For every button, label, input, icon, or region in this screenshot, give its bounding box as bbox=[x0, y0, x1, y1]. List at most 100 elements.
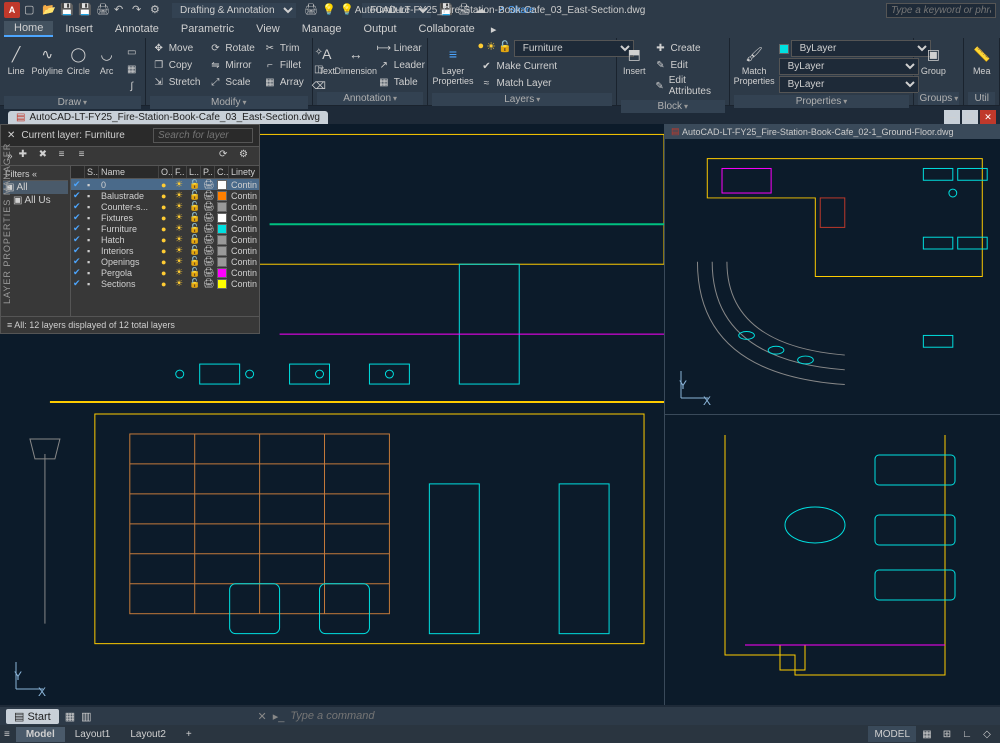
viewport-left[interactable]: YX ✕ Current layer: Furniture » ✚ ✖ ≡ ≡ … bbox=[0, 124, 665, 705]
layout-tile-icon[interactable]: ▥ bbox=[81, 710, 91, 723]
menu-view[interactable]: View bbox=[246, 22, 290, 36]
menu-overflow-icon[interactable]: ▸ bbox=[491, 23, 497, 36]
plot-icon[interactable]: 🖨 bbox=[304, 3, 318, 17]
new-layer-icon[interactable]: ✚ bbox=[19, 149, 33, 163]
settings-icon[interactable]: ⚙ bbox=[239, 149, 253, 163]
window-close-button[interactable]: ✕ bbox=[980, 110, 996, 124]
menu-parametric[interactable]: Parametric bbox=[171, 22, 244, 36]
menu-annotate[interactable]: Annotate bbox=[105, 22, 169, 36]
layout1-tab[interactable]: Layout1 bbox=[65, 727, 121, 742]
viewport-right-bottom[interactable] bbox=[665, 415, 1000, 705]
lock-icon[interactable]: 🔓 bbox=[498, 40, 512, 57]
fillet-button[interactable]: ⌐Fillet bbox=[261, 57, 306, 73]
copy-button[interactable]: ❐Copy bbox=[150, 57, 203, 73]
layer-state-icon[interactable]: ≡ bbox=[59, 149, 73, 163]
panel-groups-title[interactable]: Groups bbox=[918, 92, 959, 105]
viewport-right-top[interactable]: ▤ AutoCAD-LT-FY25_Fire-Station-Book-Cafe… bbox=[665, 124, 1000, 415]
close-panel-icon[interactable]: ✕ bbox=[7, 130, 15, 141]
layer-row[interactable]: ✔▪Hatch●☀🔓🖨Contin bbox=[71, 234, 259, 245]
drawing-tab-2[interactable]: ▤ AutoCAD-LT-FY25_Fire-Station-Book-Cafe… bbox=[665, 124, 1000, 139]
grid-icon[interactable]: ▦ bbox=[918, 726, 936, 742]
stretch-button[interactable]: ⇲Stretch bbox=[150, 74, 203, 90]
dimension-button[interactable]: ↔Dimension bbox=[341, 40, 371, 76]
scale-button[interactable]: ⤢Scale bbox=[206, 74, 256, 90]
window-min-button[interactable]: — bbox=[944, 110, 960, 124]
bulb2-icon[interactable]: 💡 bbox=[340, 3, 354, 17]
polyline-button[interactable]: ∿Polyline bbox=[32, 40, 62, 76]
line-button[interactable]: ╱Line bbox=[4, 40, 28, 76]
table-button[interactable]: ▦Table bbox=[375, 74, 427, 90]
layer-state2-icon[interactable]: ≡ bbox=[79, 149, 93, 163]
ortho-icon[interactable]: ∟ bbox=[958, 726, 976, 742]
make-current-button[interactable]: ✔Make Current bbox=[477, 58, 633, 74]
layer-row[interactable]: ✔▪Sections●☀🔓🖨Contin bbox=[71, 278, 259, 289]
filter-all-used[interactable]: ▣ All Us bbox=[3, 194, 68, 207]
create-block-button[interactable]: ✚Create bbox=[652, 40, 725, 56]
layer-row[interactable]: ✔▪Fixtures●☀🔓🖨Contin bbox=[71, 212, 259, 223]
color-select[interactable]: ByLayer bbox=[791, 40, 931, 57]
print-icon[interactable]: 🖨 bbox=[96, 3, 110, 17]
edit-attr-button[interactable]: ✎Edit Attributes bbox=[652, 74, 725, 98]
match-layer-button[interactable]: ≈Match Layer bbox=[477, 75, 633, 91]
layer-row[interactable]: ✔▪Openings●☀🔓🖨Contin bbox=[71, 256, 259, 267]
osnap-icon[interactable]: ◇ bbox=[978, 726, 996, 742]
linear-button[interactable]: ⟼Linear bbox=[375, 40, 427, 56]
layout-grid-icon[interactable]: ▦ bbox=[65, 710, 75, 723]
add-layout-button[interactable]: + bbox=[176, 727, 202, 742]
panel-properties-title[interactable]: Properties bbox=[734, 95, 910, 108]
workspace-select[interactable]: Drafting & Annotation bbox=[172, 3, 296, 18]
redo-icon[interactable]: ↷ bbox=[132, 3, 146, 17]
panel-draw-title[interactable]: Draw bbox=[4, 96, 141, 109]
menu-insert[interactable]: Insert bbox=[55, 22, 103, 36]
color-swatch[interactable] bbox=[779, 44, 789, 54]
layout-menu-icon[interactable]: ≡ bbox=[4, 729, 10, 740]
mirror-button[interactable]: ⇋Mirror bbox=[206, 57, 256, 73]
layer-row[interactable]: ✔▪Furniture●☀🔓🖨Contin bbox=[71, 223, 259, 234]
circle-button[interactable]: ◯Circle bbox=[66, 40, 90, 76]
insert-button[interactable]: ⬒Insert bbox=[621, 40, 648, 76]
edit-block-button[interactable]: ✎Edit bbox=[652, 57, 725, 73]
layer-search-input[interactable] bbox=[153, 128, 253, 143]
refresh-icon[interactable]: ⟳ bbox=[219, 149, 233, 163]
saveas-icon[interactable]: 💾 bbox=[78, 3, 92, 17]
match-properties-button[interactable]: 🖌Match Properties bbox=[734, 40, 775, 86]
rect-button[interactable]: ▭ bbox=[123, 44, 141, 60]
layer-row[interactable]: ✔▪Pergola●☀🔓🖨Contin bbox=[71, 267, 259, 278]
menu-home[interactable]: Home bbox=[4, 21, 53, 37]
spline-button[interactable]: ∫ bbox=[123, 78, 141, 94]
save-icon[interactable]: 💾 bbox=[60, 3, 74, 17]
undo-icon[interactable]: ↶ bbox=[114, 3, 128, 17]
layer-row[interactable]: ✔▪Balustrade●☀🔓🖨Contin bbox=[71, 190, 259, 201]
hatch-button[interactable]: ▦ bbox=[123, 61, 141, 77]
start-tab[interactable]: ▤ Start bbox=[6, 709, 59, 724]
current-layer-select[interactable]: Furniture bbox=[514, 40, 634, 57]
open-icon[interactable]: 📂 bbox=[42, 3, 56, 17]
snap-icon[interactable]: ⊞ bbox=[938, 726, 956, 742]
menu-manage[interactable]: Manage bbox=[292, 22, 352, 36]
group-button[interactable]: ▣Group bbox=[918, 40, 948, 76]
panel-annotation-title[interactable]: Annotation bbox=[317, 92, 424, 105]
bulb-icon[interactable]: ● bbox=[477, 40, 484, 57]
menu-output[interactable]: Output bbox=[354, 22, 407, 36]
new-icon[interactable]: ▢ bbox=[24, 3, 38, 17]
app-icon[interactable]: A bbox=[4, 2, 20, 18]
menu-collaborate[interactable]: Collaborate bbox=[409, 22, 485, 36]
layer-row[interactable]: ✔▪Interiors●☀🔓🖨Contin bbox=[71, 245, 259, 256]
measure-button[interactable]: 📏Mea bbox=[968, 40, 995, 76]
layout2-tab[interactable]: Layout2 bbox=[120, 727, 176, 742]
leader-button[interactable]: ↗Leader bbox=[375, 57, 427, 73]
command-input[interactable] bbox=[290, 710, 994, 722]
lineweight-select[interactable]: ByLayer bbox=[779, 58, 919, 75]
panel-block-title[interactable]: Block bbox=[621, 100, 725, 113]
help-search-input[interactable] bbox=[886, 3, 996, 18]
model-space-button[interactable]: MODEL bbox=[868, 726, 916, 742]
gear-icon[interactable]: ⚙ bbox=[150, 3, 164, 17]
window-max-button[interactable]: ☐ bbox=[962, 110, 978, 124]
trim-button[interactable]: ✂Trim bbox=[261, 40, 306, 56]
layer-properties-button[interactable]: ≡Layer Properties bbox=[432, 40, 473, 86]
drawing-tab-1[interactable]: ▤AutoCAD-LT-FY25_Fire-Station-Book-Cafe_… bbox=[8, 111, 328, 124]
rotate-button[interactable]: ⟳Rotate bbox=[206, 40, 256, 56]
layer-row[interactable]: ✔▪Counter-s...●☀🔓🖨Contin bbox=[71, 201, 259, 212]
model-tab[interactable]: Model bbox=[16, 727, 65, 742]
filter-all[interactable]: ▣ All bbox=[3, 181, 68, 194]
